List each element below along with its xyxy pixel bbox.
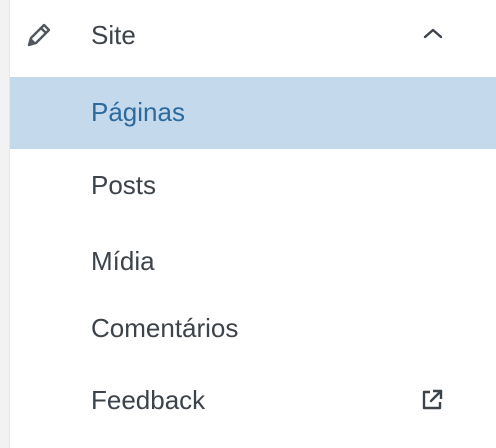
menu-item-comentarios[interactable]: Comentários	[10, 293, 496, 365]
site-section-header[interactable]: Site	[10, 0, 496, 74]
menu-item-label: Feedback	[91, 385, 206, 415]
menu-item-feedback[interactable]: Feedback	[10, 365, 496, 437]
chevron-up-icon[interactable]	[422, 26, 444, 40]
menu-item-label: Comentários	[91, 313, 239, 343]
menu-item-label: Mídia	[91, 246, 155, 276]
site-menu-panel: Site Páginas Posts Mídia Comentários Fee…	[10, 0, 496, 448]
external-link-icon	[419, 387, 445, 413]
site-section-title: Site	[91, 20, 136, 50]
menu-item-midia[interactable]: Mídia	[10, 226, 496, 298]
pencil-icon	[24, 20, 54, 50]
menu-item-label: Páginas	[91, 97, 185, 127]
menu-item-label: Posts	[91, 170, 157, 200]
menu-item-paginas[interactable]: Páginas	[10, 77, 496, 149]
menu-item-posts[interactable]: Posts	[10, 150, 496, 222]
